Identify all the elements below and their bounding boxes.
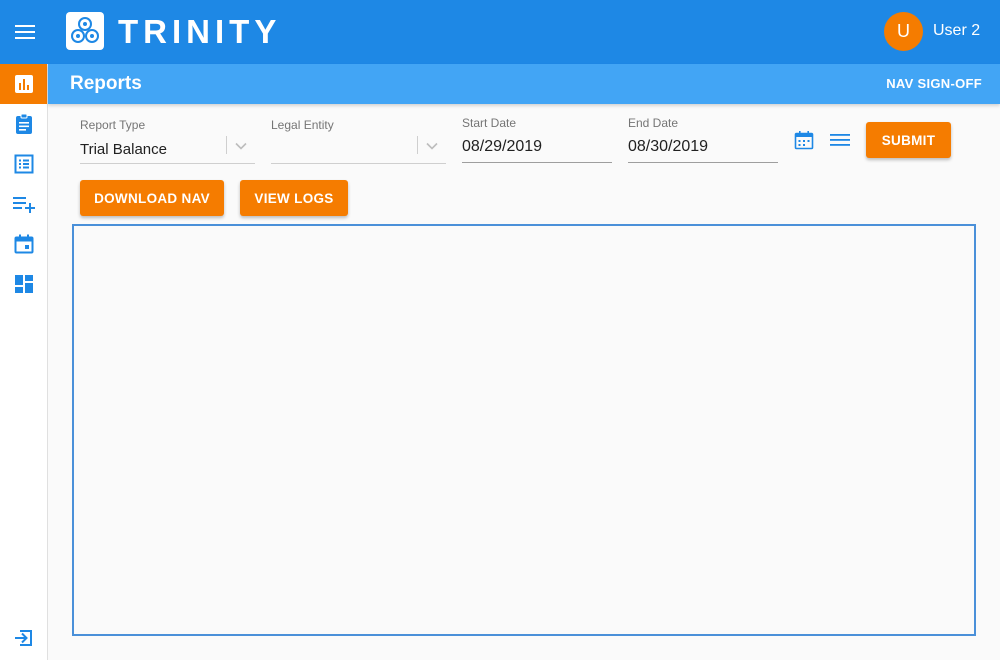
legal-entity-select[interactable]: Legal Entity [271, 118, 446, 164]
sidebar-item-reports[interactable] [0, 64, 47, 104]
menu-list-icon[interactable] [828, 128, 852, 152]
report-type-label: Report Type [80, 118, 146, 132]
field-underline [80, 163, 255, 164]
field-underline [628, 162, 778, 163]
nav-signoff-button[interactable]: NAV SIGN-OFF [886, 76, 982, 91]
list-icon [14, 154, 33, 174]
user-avatar[interactable]: U [884, 12, 923, 51]
start-date-label: Start Date [462, 116, 517, 130]
sidebar-item-list[interactable] [0, 144, 47, 184]
field-underline [271, 163, 446, 164]
trinity-logo-icon[interactable] [66, 12, 104, 50]
field-underline [462, 162, 612, 163]
playlist-add-icon [12, 197, 35, 213]
view-logs-button[interactable]: VIEW LOGS [240, 180, 348, 216]
logout-icon [14, 630, 32, 646]
download-nav-button[interactable]: DOWNLOAD NAV [80, 180, 224, 216]
sidebar-item-add-list[interactable] [0, 184, 47, 224]
report-type-select[interactable]: Report Type Trial Balance [80, 118, 255, 164]
report-type-value: Trial Balance [80, 141, 167, 158]
chevron-down-icon[interactable] [424, 138, 440, 154]
brand-name: TRINITY [118, 13, 282, 50]
top-app-bar: TRINITY U User 2 [0, 0, 1000, 64]
report-viewer-panel[interactable] [72, 224, 976, 636]
end-date-label: End Date [628, 116, 679, 130]
hamburger-menu-icon[interactable] [12, 20, 38, 44]
start-date-field[interactable]: Start Date 08/29/2019 [462, 116, 612, 163]
end-date-value: 08/30/2019 [628, 138, 709, 155]
page-header: Reports NAV SIGN-OFF [48, 64, 1000, 104]
bar-chart-icon [14, 75, 33, 93]
start-date-value: 08/29/2019 [462, 138, 543, 155]
sidebar-item-clipboard[interactable] [0, 104, 47, 144]
sidebar-item-logout[interactable] [0, 618, 47, 658]
clipboard-icon [15, 113, 32, 134]
select-separator [226, 136, 227, 154]
sidebar-item-calendar[interactable] [0, 224, 47, 264]
dashboard-icon [14, 275, 33, 293]
submit-button[interactable]: SUBMIT [866, 122, 951, 158]
chevron-down-icon[interactable] [233, 138, 249, 154]
select-separator [417, 136, 418, 154]
side-navigation-rail [0, 64, 48, 660]
end-date-field[interactable]: End Date 08/30/2019 [628, 116, 778, 163]
calendar-icon [14, 234, 33, 254]
legal-entity-label: Legal Entity [271, 118, 334, 132]
user-name[interactable]: User 2 [933, 22, 980, 40]
sidebar-item-dashboard[interactable] [0, 264, 47, 304]
page-title: Reports [70, 73, 142, 94]
calendar-picker-icon[interactable] [792, 128, 816, 152]
